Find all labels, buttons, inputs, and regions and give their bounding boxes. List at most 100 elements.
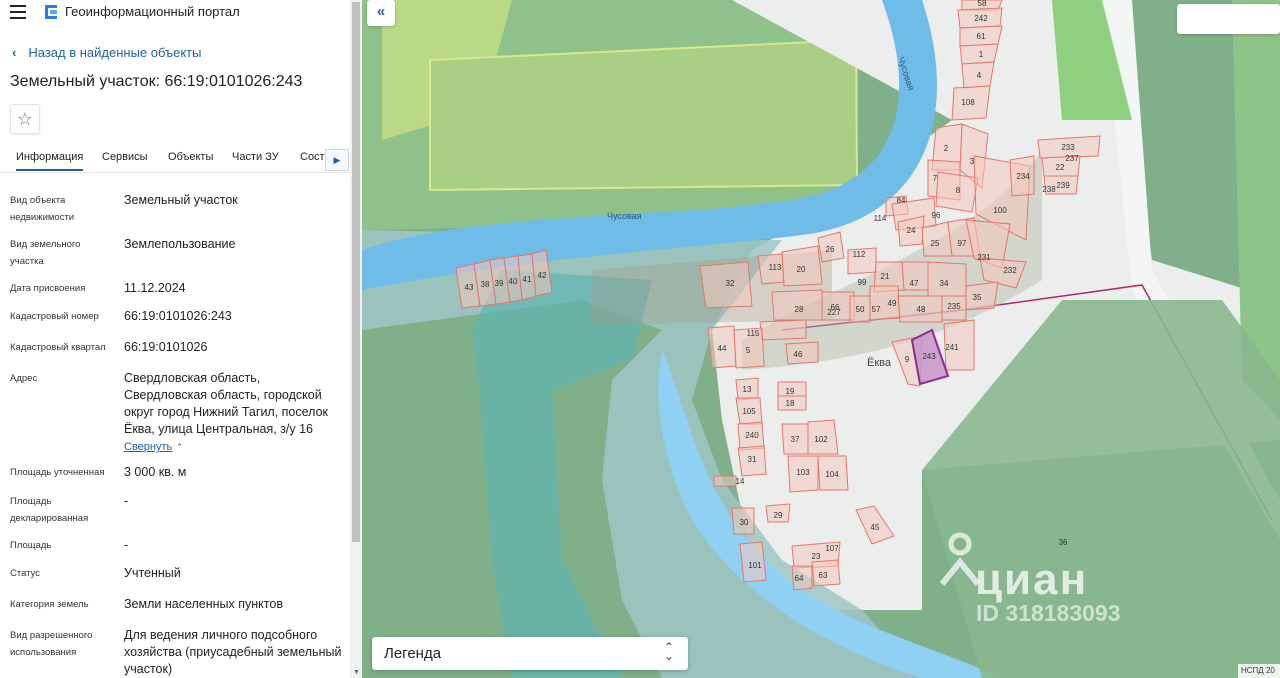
double-chevron-left-icon: « xyxy=(376,3,386,20)
parcel[interactable] xyxy=(965,281,999,311)
parcel-label: 113 xyxy=(769,263,782,272)
collapse-label: Свернуть xyxy=(124,441,173,453)
parcel-label: 104 xyxy=(825,470,839,479)
village-label: Ёква xyxy=(867,357,892,369)
parcel-label: 114 xyxy=(874,214,887,223)
parcel-label: 64 xyxy=(795,574,804,583)
parcel-label: 46 xyxy=(794,350,803,359)
field-label: Категория земель xyxy=(10,599,89,610)
field-label: Вид объекта недвижимости xyxy=(10,195,75,223)
parcel-label: 13 xyxy=(743,385,752,394)
hamburger-icon[interactable] xyxy=(10,5,26,19)
map-search-input[interactable] xyxy=(1177,4,1280,34)
parcel-label: 28 xyxy=(795,305,804,314)
parcel-label: 84 xyxy=(897,196,906,205)
tab-bar: Информация Сервисы Объекты Части ЗУ Сост… xyxy=(0,146,350,173)
parcel-label: 63 xyxy=(819,571,828,580)
parcel-label: 4 xyxy=(977,71,982,80)
tab-info[interactable]: Информация xyxy=(16,151,84,171)
portal-logo-icon xyxy=(45,5,57,19)
parcel-label: 2 xyxy=(944,144,949,153)
parcel-label: 99 xyxy=(858,278,867,287)
field-value: 3 000 кв. м xyxy=(124,465,187,479)
back-link[interactable]: ‹ Назад в найденные объекты xyxy=(12,45,201,60)
parcel-label: 18 xyxy=(786,399,795,408)
parcel-label: 48 xyxy=(917,305,926,314)
parcel-label: 238 xyxy=(1042,185,1056,194)
river-label: Чусовая xyxy=(607,211,642,221)
parcel-label: 50 xyxy=(856,305,865,314)
scroll-down-icon[interactable]: ▼ xyxy=(353,669,360,676)
parcel-label: 5 xyxy=(746,346,751,355)
portal-title: Геоинформационный портал xyxy=(65,4,240,19)
tab-composition[interactable]: Состав xyxy=(300,151,326,163)
parcel-label: 38 xyxy=(481,280,490,289)
parcel-label: 237 xyxy=(1065,154,1079,163)
tabs-next-button[interactable]: ▶ xyxy=(325,149,349,171)
parcel-label: 26 xyxy=(826,245,835,254)
field-value: 66:19:0101026 xyxy=(124,340,208,354)
parcel-label: 241 xyxy=(945,343,959,352)
parcel-label: 112 xyxy=(853,250,866,259)
parcel-label: 96 xyxy=(932,211,941,220)
parcel-label: 3 xyxy=(970,157,975,166)
field-value: - xyxy=(124,494,129,508)
chevron-right-icon: ▶ xyxy=(333,155,341,165)
parcel-label: 1 xyxy=(979,50,984,59)
legend-dropdown[interactable]: Легенда ⌃ ⌄ xyxy=(372,637,688,670)
parcel[interactable] xyxy=(713,475,737,487)
star-icon: ☆ xyxy=(16,109,34,129)
parcel-label: 37 xyxy=(791,435,800,444)
parcel-label: 232 xyxy=(1003,266,1017,275)
field-value: 11.12.2024 xyxy=(124,281,186,295)
map-canvas[interactable]: Чусовая Чусовая Ёква 58 242 61 1 4 108 2… xyxy=(362,0,1280,678)
parcel-label: 25 xyxy=(931,239,940,248)
parcel-label: 31 xyxy=(748,455,757,464)
field-area xyxy=(429,38,859,192)
tab-parts[interactable]: Части ЗУ xyxy=(232,151,279,163)
tab-services[interactable]: Сервисы xyxy=(102,151,148,163)
collapse-panel-button[interactable]: « xyxy=(367,0,395,26)
parcel-label: 49 xyxy=(888,299,897,308)
parcel-label: 242 xyxy=(974,14,988,23)
favorite-star-button[interactable]: ☆ xyxy=(10,104,40,134)
field-label: Вид земельного участка xyxy=(10,239,81,267)
map-view[interactable]: Чусовая Чусовая Ёква 58 242 61 1 4 108 2… xyxy=(362,0,1280,678)
parcel-label: 35 xyxy=(973,293,982,302)
scrollbar-thumb[interactable] xyxy=(352,2,360,542)
field-value: Для ведения личного подсобного хозяйства… xyxy=(124,628,342,676)
parcel-label: 103 xyxy=(796,468,810,477)
parcel-label: 29 xyxy=(774,511,783,520)
tab-objects[interactable]: Объекты xyxy=(168,151,213,163)
address-collapse-link[interactable]: Свернуть ⌃ xyxy=(124,438,344,456)
parcel-label: 100 xyxy=(993,206,1007,215)
field-label: Кадастровый квартал xyxy=(10,342,106,353)
parcel-label: 239 xyxy=(1056,181,1070,190)
parcel-label: 44 xyxy=(718,344,727,353)
parcel-label: 43 xyxy=(465,283,474,292)
parcel-label: 233 xyxy=(1061,143,1075,152)
field-label: Статус xyxy=(10,568,41,579)
address-value: Свердловская область, Свердловская облас… xyxy=(124,371,329,436)
parcel-label: 21 xyxy=(881,272,890,281)
legend-label: Легенда xyxy=(384,645,442,662)
parcel-label: 39 xyxy=(495,279,504,288)
parcel-label: 57 xyxy=(872,305,881,314)
parcel-label: 22 xyxy=(1056,163,1065,172)
map-attribution: НСПД 20 xyxy=(1238,664,1280,678)
panel-scrollbar[interactable]: ▼ xyxy=(350,0,362,678)
parcel-label: 32 xyxy=(726,279,735,288)
parcel-label: 42 xyxy=(538,271,547,280)
parcel[interactable] xyxy=(759,319,807,341)
sort-arrows-icon: ⌃ ⌄ xyxy=(663,640,674,663)
field-value: Землепользование xyxy=(124,237,236,251)
parcel-label: 14 xyxy=(736,477,745,486)
field-value: Земли населенных пунктов xyxy=(124,597,283,611)
parcel-label: 115 xyxy=(747,329,760,338)
parcel-label: 45 xyxy=(871,523,880,532)
parcel-label: 235 xyxy=(947,302,961,311)
field-label: Кадастровый номер xyxy=(10,311,99,322)
parcel-label: 8 xyxy=(956,186,961,195)
parcel-label: 23 xyxy=(812,552,821,561)
parcel-label: 240 xyxy=(745,431,759,440)
